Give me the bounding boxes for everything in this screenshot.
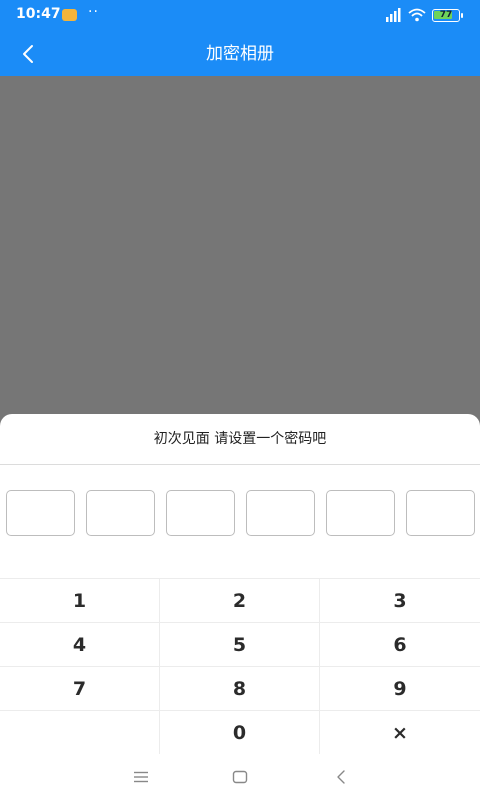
keypad-key-1[interactable]: 1 bbox=[0, 579, 160, 623]
pin-digit-box[interactable] bbox=[6, 490, 75, 536]
back-icon[interactable] bbox=[330, 766, 352, 788]
keypad-key-5[interactable]: 5 bbox=[160, 623, 320, 667]
pin-digit-box[interactable] bbox=[406, 490, 475, 536]
pin-digit-box[interactable] bbox=[166, 490, 235, 536]
dim-overlay[interactable] bbox=[0, 76, 480, 436]
keypad-key-0[interactable]: 0 bbox=[160, 711, 320, 755]
battery-tip bbox=[461, 13, 463, 18]
keypad-key-7[interactable]: 7 bbox=[0, 667, 160, 711]
message-notification-icon bbox=[62, 9, 77, 21]
pin-digit-box[interactable] bbox=[326, 490, 395, 536]
battery-icon: 77 bbox=[432, 9, 460, 22]
wifi-icon bbox=[408, 8, 426, 22]
more-notifications-icon: ·· bbox=[88, 4, 99, 20]
menu-icon[interactable] bbox=[130, 766, 152, 788]
home-icon[interactable] bbox=[229, 766, 251, 788]
pin-digit-box[interactable] bbox=[86, 490, 155, 536]
keypad-key-8[interactable]: 8 bbox=[160, 667, 320, 711]
system-nav-bar bbox=[0, 754, 480, 800]
numeric-keypad: 1 2 3 4 5 6 7 8 9 0 × bbox=[0, 578, 480, 755]
app-bar: 加密相册 bbox=[0, 32, 480, 76]
pin-digit-box[interactable] bbox=[246, 490, 315, 536]
chevron-left-icon bbox=[23, 45, 33, 63]
divider bbox=[0, 464, 480, 465]
battery-level-text: 77 bbox=[439, 10, 453, 20]
keypad-delete-button[interactable]: × bbox=[320, 711, 480, 755]
keypad-key-2[interactable]: 2 bbox=[160, 579, 320, 623]
sheet-title: 初次见面 请设置一个密码吧 bbox=[153, 431, 327, 447]
keypad-key-9[interactable]: 9 bbox=[320, 667, 480, 711]
keypad-key-3[interactable]: 3 bbox=[320, 579, 480, 623]
status-time: 10:47 bbox=[16, 6, 61, 22]
keypad-key-4[interactable]: 4 bbox=[0, 623, 160, 667]
signal-icon bbox=[386, 8, 401, 22]
keypad-key-6[interactable]: 6 bbox=[320, 623, 480, 667]
back-button[interactable] bbox=[10, 36, 46, 72]
status-bar: 10:47 ·· 77 bbox=[0, 0, 480, 32]
pin-input-row[interactable] bbox=[0, 490, 480, 536]
keypad-empty-key bbox=[0, 711, 160, 755]
page-title: 加密相册 bbox=[206, 44, 274, 64]
password-setup-sheet: 初次见面 请设置一个密码吧 1 2 3 4 5 6 7 8 9 0 × bbox=[0, 414, 480, 800]
